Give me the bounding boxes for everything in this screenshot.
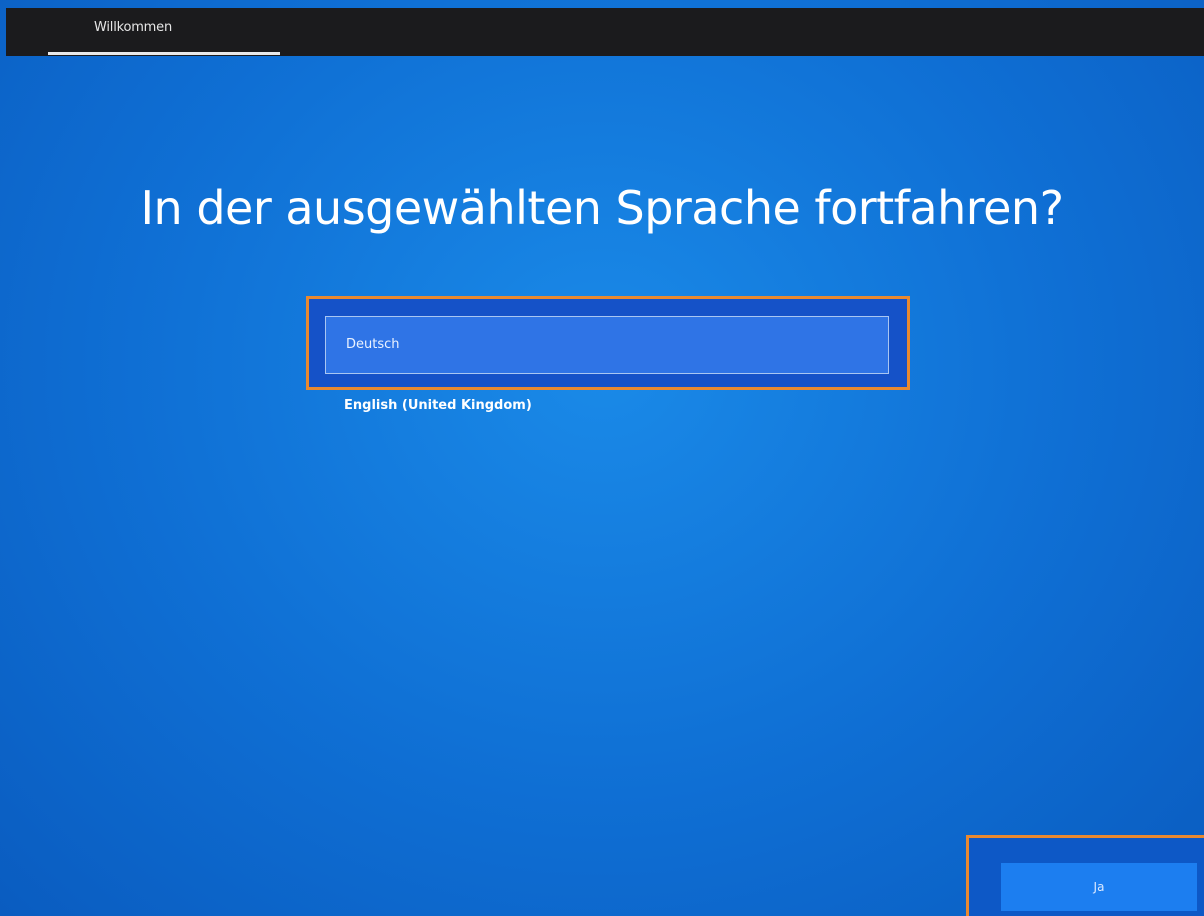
language-option-english-uk[interactable]: English (United Kingdom): [344, 398, 532, 413]
yes-button-highlight: Ja: [966, 835, 1204, 916]
top-bar: Willkommen: [6, 8, 1204, 56]
language-option-deutsch[interactable]: Deutsch: [325, 316, 889, 374]
yes-button[interactable]: Ja: [1001, 863, 1197, 911]
page-title: In der ausgewählten Sprache fortfahren?: [140, 180, 1064, 235]
selected-item-highlight: Deutsch: [306, 296, 910, 390]
tab-welcome[interactable]: Willkommen: [42, 8, 280, 54]
tab-active-indicator: [48, 52, 280, 55]
setup-screen: Willkommen In der ausgewählten Sprache f…: [0, 0, 1204, 916]
